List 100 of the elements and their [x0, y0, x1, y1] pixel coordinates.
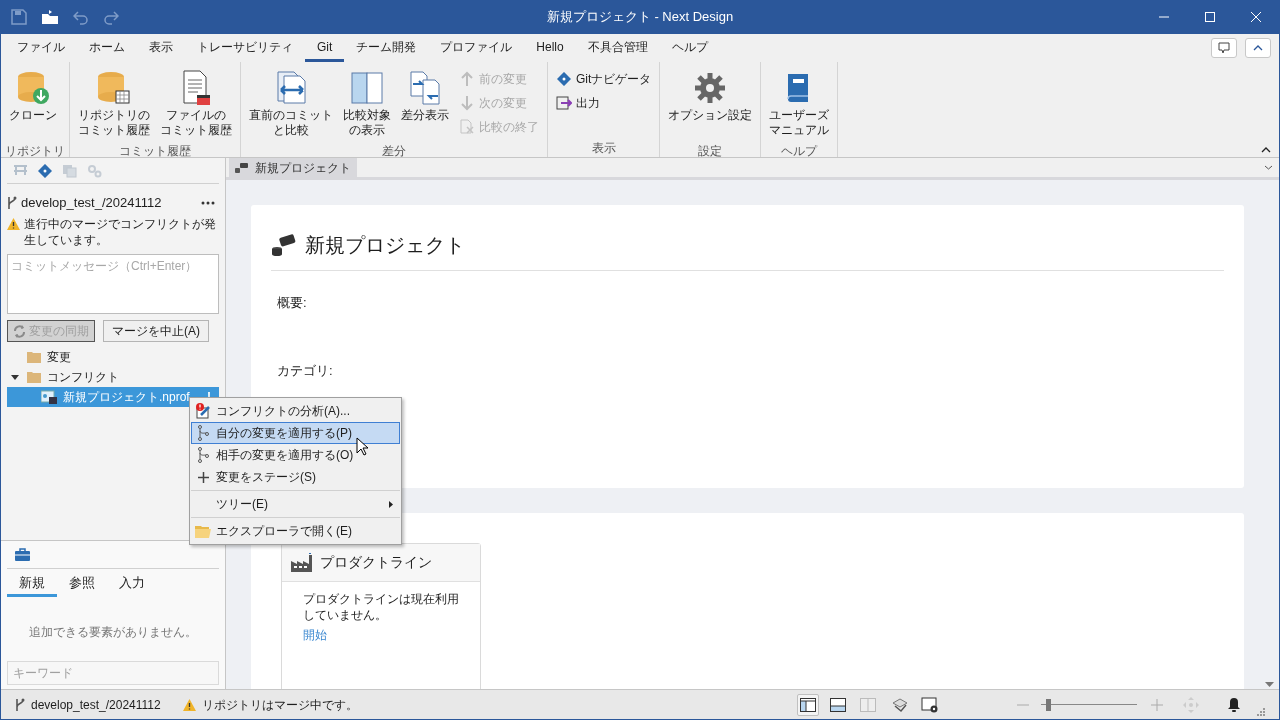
output-icon	[556, 96, 572, 110]
speech-bubble-icon	[1218, 42, 1230, 54]
ribbon-button[interactable]: 直前のコミット と比較	[245, 68, 337, 144]
undo-icon[interactable]	[73, 9, 89, 25]
sync-icon	[13, 324, 26, 338]
close-icon	[1251, 12, 1261, 22]
ribbon-tab[interactable]: 表示	[137, 34, 185, 62]
factory-icon	[290, 552, 314, 573]
ribbon-button[interactable]: Gitナビゲータ	[556, 68, 652, 90]
project-file-icon	[41, 390, 57, 404]
branch-merge-icon	[197, 447, 209, 463]
warning-icon	[182, 698, 196, 711]
zoom-slider-thumb[interactable]	[1045, 698, 1051, 711]
branch-name: develop_test_/20241112	[21, 194, 162, 213]
ribbon-tab[interactable]: Hello	[524, 34, 576, 62]
expanded-caret-icon[interactable]	[11, 374, 19, 380]
git-icon[interactable]	[38, 163, 52, 178]
ribbon-tab[interactable]: 不具合管理	[575, 34, 660, 62]
tab-list-caret-icon[interactable]	[1264, 165, 1273, 170]
plus-icon	[197, 471, 209, 483]
ribbon-button[interactable]: 比較対象 の表示	[339, 68, 395, 144]
ribbon-button[interactable]: ファイルの コミット履歴	[156, 68, 236, 144]
project-icon	[235, 161, 249, 174]
document-tab[interactable]: 新規プロジェクト	[229, 158, 357, 177]
ribbon-group-label: 設定	[697, 144, 724, 158]
close-document-icon	[459, 119, 475, 135]
mouse-cursor-icon	[356, 437, 369, 457]
up-arrow-icon	[460, 71, 474, 87]
warning-icon	[7, 218, 20, 230]
ribbon-tab[interactable]: ヘルプ	[659, 34, 720, 62]
window-settings-icon[interactable]	[921, 696, 939, 713]
menu-item[interactable]: 変更をステージ(S)	[191, 466, 400, 488]
open-project-icon[interactable]	[41, 9, 59, 25]
maximize-icon	[1205, 12, 1215, 22]
branch-merge-icon	[197, 425, 209, 441]
gear-icon	[693, 70, 728, 106]
product-line-title: プロダクトライン	[320, 553, 432, 572]
feedback-button[interactable]	[1211, 38, 1237, 58]
field-label: 概要:	[277, 294, 308, 312]
ribbon-tab[interactable]: ホーム	[77, 34, 137, 62]
status-message: リポジトリはマージ中です。	[201, 696, 358, 714]
notification-bell-icon[interactable]	[1227, 696, 1241, 713]
collapse-ribbon-button[interactable]	[1245, 38, 1271, 58]
keyword-search-field[interactable]: キーワード	[7, 661, 219, 685]
folder-icon	[195, 524, 211, 538]
folder-icon	[27, 371, 41, 383]
toolbox-tab[interactable]: 入力	[107, 571, 157, 597]
ribbon-tab[interactable]: トレーサビリティ	[185, 34, 305, 62]
resize-grip-icon[interactable]	[1257, 708, 1265, 716]
ribbon-tab[interactable]: プロファイル	[428, 34, 525, 62]
database-table-icon	[97, 70, 131, 106]
ribbon-group-label: 表示	[590, 141, 617, 157]
layout-button[interactable]	[797, 693, 819, 716]
menu-item[interactable]: 相手の変更を適用する(O)	[191, 444, 400, 466]
ribbon-button[interactable]: オプション設定	[664, 68, 757, 144]
left-pane-layout-icon	[800, 697, 816, 712]
ribbon-button[interactable]: 出力	[556, 92, 652, 114]
window-title: 新規プロジェクト - Next Design	[546, 8, 734, 27]
ribbon-button[interactable]: クローン	[5, 68, 61, 144]
documents-arrows-icon	[408, 70, 442, 106]
split-layout-icon	[860, 697, 876, 712]
toolbox-tab[interactable]: 参照	[57, 571, 107, 597]
ribbon-group-label: 差分	[381, 144, 407, 158]
submenu-arrow-icon	[389, 500, 393, 508]
zoom-slider[interactable]	[1041, 698, 1137, 711]
commit-message-field[interactable]: コミットメッセージ（Ctrl+Enter）	[7, 254, 219, 314]
project-icon	[271, 234, 297, 256]
bottom-pane-layout-icon	[830, 697, 846, 712]
scroll-down-icon[interactable]	[1265, 682, 1274, 687]
down-arrow-icon	[460, 95, 474, 111]
documents-compare-icon	[274, 70, 308, 106]
redo-icon[interactable]	[103, 9, 119, 25]
start-link[interactable]: 開始	[303, 626, 327, 644]
edit-alert-icon	[195, 403, 211, 419]
branch-icon	[7, 196, 17, 210]
tree-item[interactable]: 変更	[7, 347, 219, 367]
more-icon[interactable]	[201, 201, 215, 205]
ribbon-button[interactable]: 差分表示	[397, 68, 453, 144]
caret-up-icon	[1253, 45, 1263, 51]
git-icon	[557, 72, 571, 86]
toolbox-tab[interactable]: 新規	[7, 571, 57, 597]
ribbon-group-label: リポジトリ	[5, 144, 65, 158]
warning-message: 進行中のマージでコンフリクトが発生しています。	[24, 216, 217, 248]
database-download-icon	[16, 70, 50, 106]
status-branch: develop_test_/20241112	[31, 696, 161, 714]
ribbon-button[interactable]: リポジトリの コミット履歴	[74, 68, 154, 144]
menu-item[interactable]: エクスプローラで開く(E)	[191, 520, 400, 542]
ribbon-tab[interactable]: ファイル	[5, 34, 77, 62]
branch-icon	[15, 697, 25, 712]
project-title: 新規プロジェクト	[305, 233, 465, 258]
tree-item[interactable]: コンフリクト	[7, 367, 219, 387]
menu-item[interactable]: ツリー(E)	[191, 493, 400, 515]
menu-item[interactable]: 自分の変更を適用する(P)	[191, 422, 400, 444]
ribbon-button[interactable]: ユーザーズ マニュアル	[765, 68, 834, 144]
ribbon-collapse-caret-icon[interactable]	[1261, 147, 1271, 153]
panel-button[interactable]: マージを中止(A)	[103, 320, 209, 342]
ribbon-tab[interactable]: チーム開発	[344, 34, 429, 62]
save-icon[interactable]	[11, 9, 27, 25]
empty-message: 追加できる要素がありません。	[28, 624, 198, 641]
toolbox-icon	[15, 548, 30, 561]
